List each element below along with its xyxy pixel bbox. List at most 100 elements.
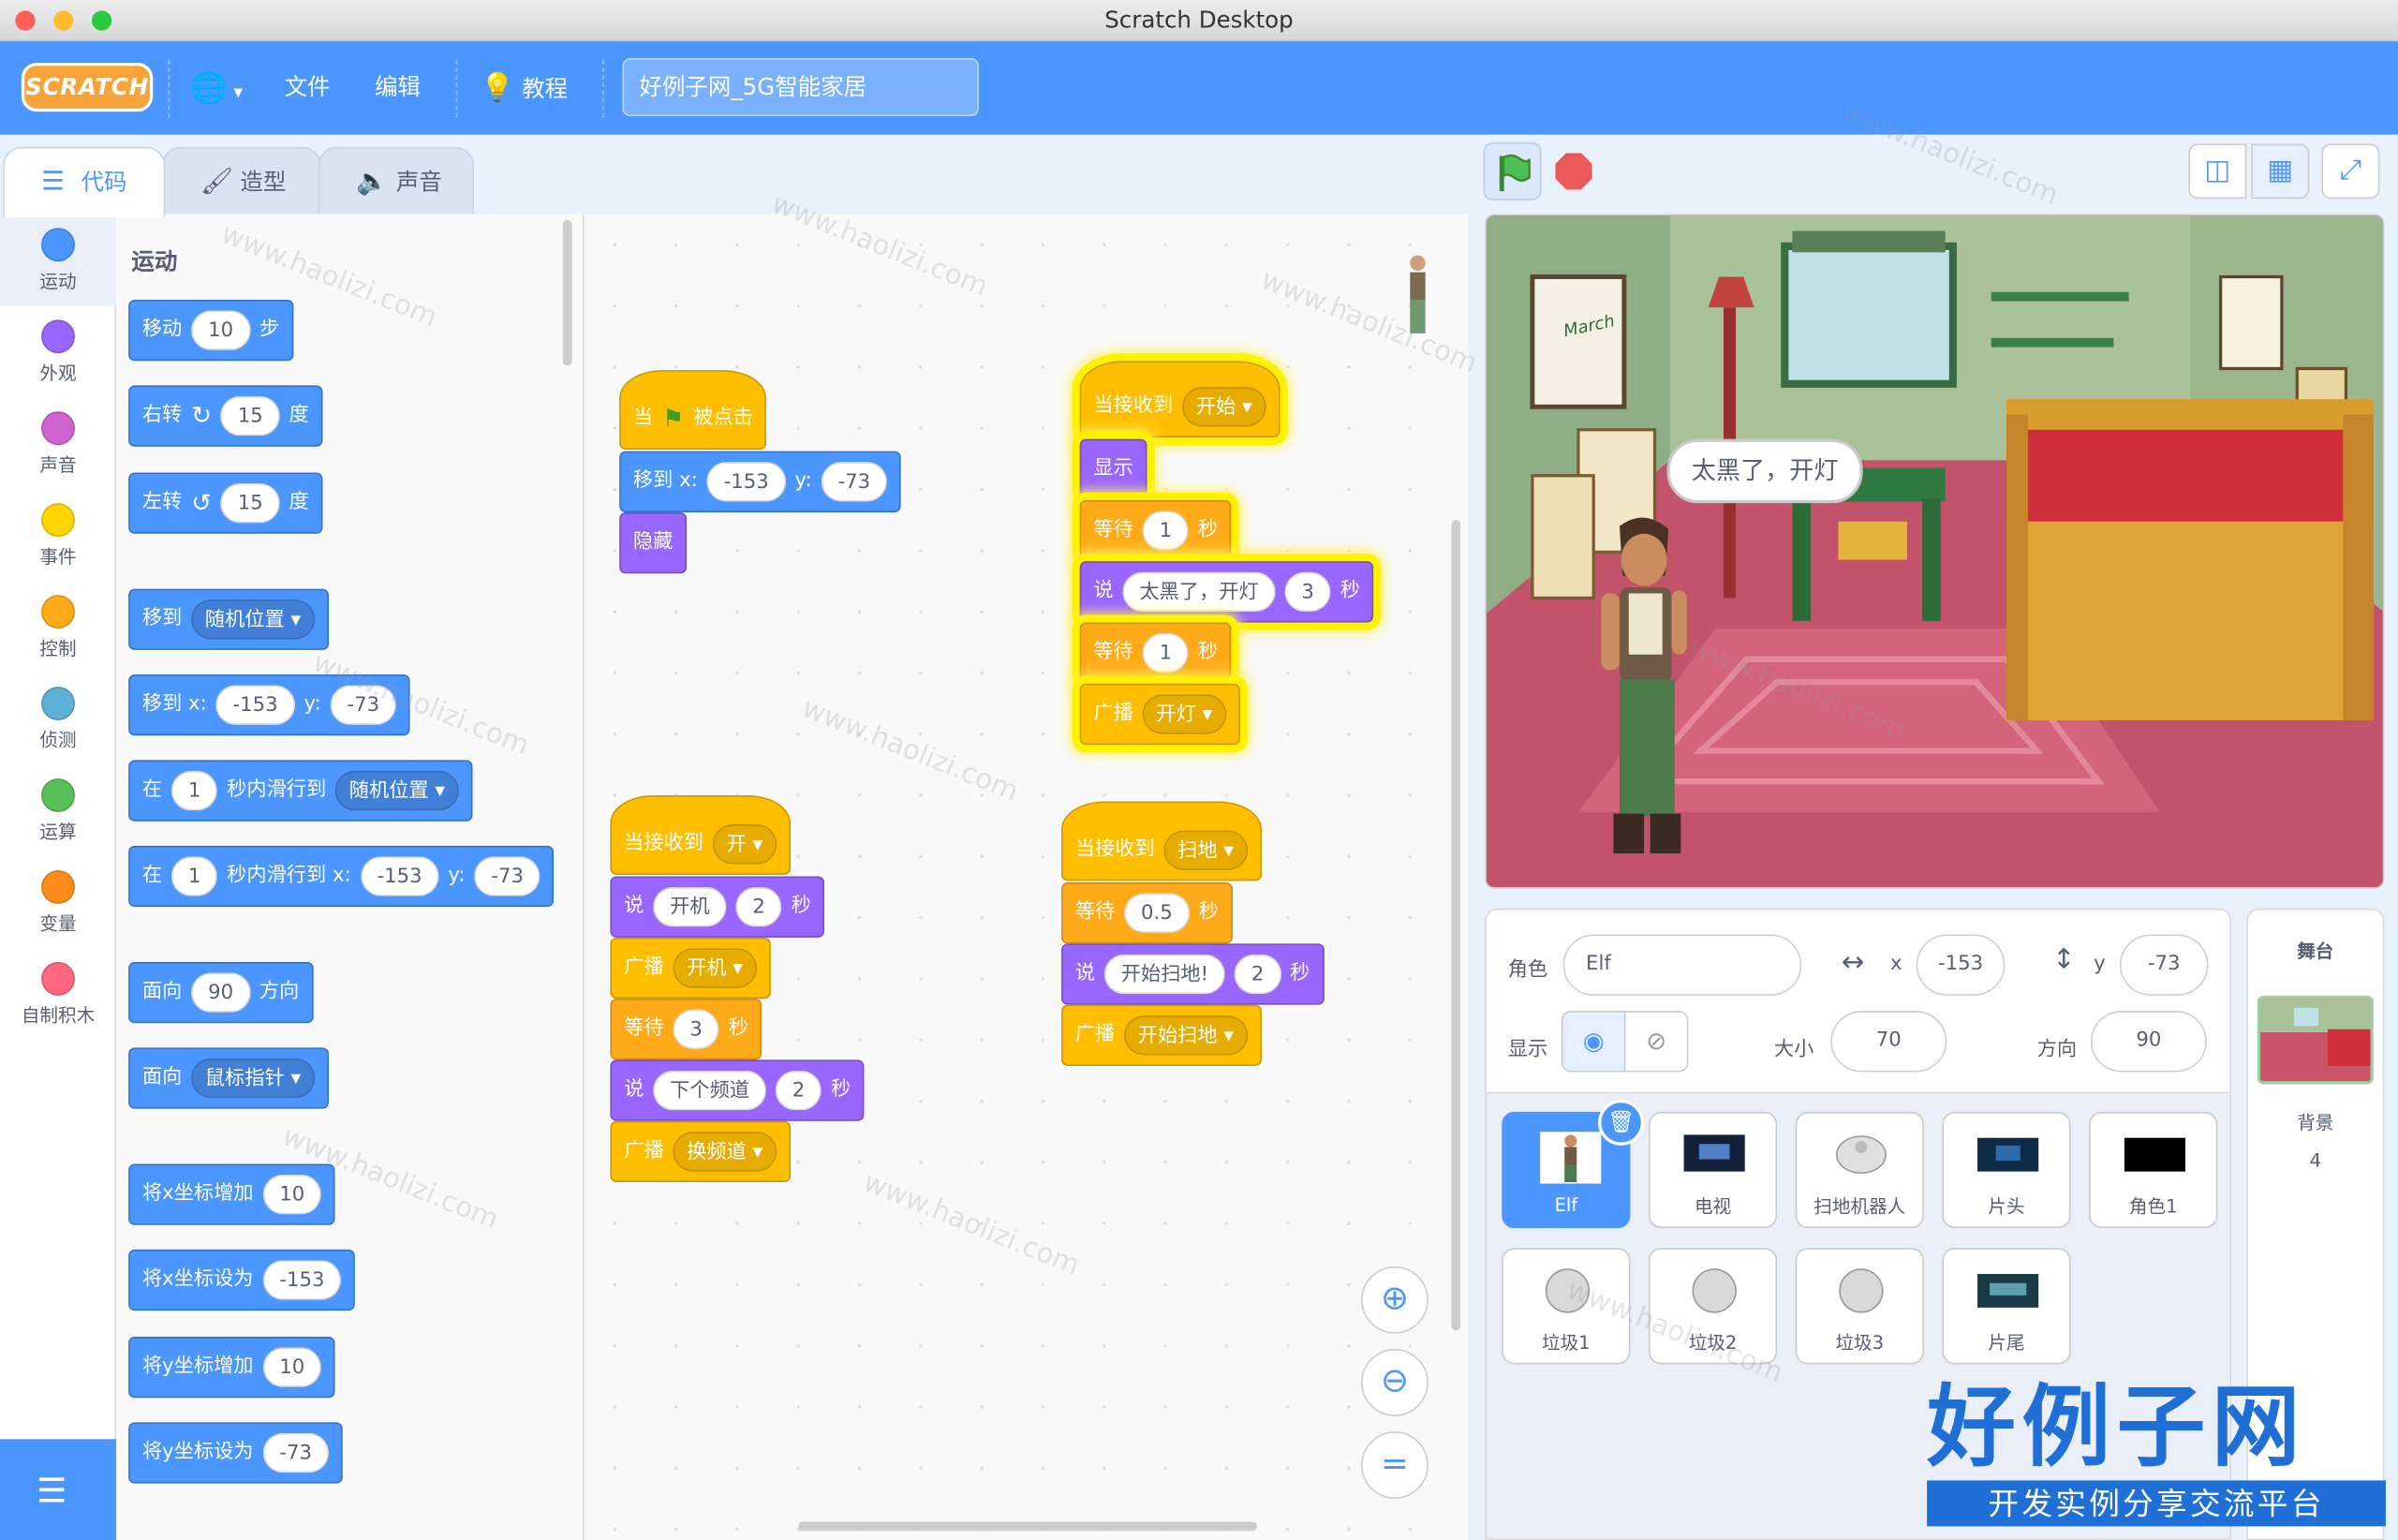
y-input[interactable]: -73 xyxy=(821,462,888,502)
say-for-secs-block[interactable]: 说 开机 2 秒 xyxy=(610,876,825,938)
seconds-input[interactable]: 1 xyxy=(170,770,218,811)
seconds-input[interactable]: 1 xyxy=(1142,511,1190,551)
category-item[interactable]: 运算 xyxy=(0,764,116,856)
message-input[interactable]: 下个频道 xyxy=(653,1070,767,1111)
fullscreen-button[interactable]: ⤢ xyxy=(2321,143,2380,200)
target-dropdown[interactable]: 鼠标指针 xyxy=(191,1058,315,1099)
green-flag-button[interactable] xyxy=(1483,141,1542,200)
tab-costumes[interactable]: 🖌 造型 xyxy=(162,146,321,215)
hide-block[interactable]: 隐藏 xyxy=(619,511,688,574)
seconds-input[interactable]: 0.5 xyxy=(1124,893,1190,933)
message-dropdown[interactable]: 扫地 xyxy=(1163,830,1248,870)
say-for-secs-block[interactable]: 说 下个频道 2 秒 xyxy=(610,1059,865,1121)
category-item[interactable]: 自制积木 xyxy=(0,948,116,1040)
normal-stage-button[interactable]: ▦ xyxy=(2251,143,2310,200)
broadcast-block[interactable]: 广播 开始扫地 xyxy=(1061,1004,1262,1066)
broadcast-block[interactable]: 广播 换频道 xyxy=(610,1120,791,1183)
zoom-window-button[interactable] xyxy=(91,10,112,31)
delete-sprite-button[interactable]: 🗑 xyxy=(1598,1099,1645,1146)
y-input[interactable]: -73 xyxy=(2119,934,2209,996)
goto-block[interactable]: 移到 随机位置 xyxy=(128,588,329,650)
x-input[interactable]: -153 xyxy=(215,685,295,725)
tab-sounds[interactable]: 🔈 声音 xyxy=(318,146,475,215)
degrees-input[interactable]: 15 xyxy=(220,482,280,524)
set-x-block[interactable]: 将x坐标设为 -153 xyxy=(128,1249,356,1311)
sprite-thumb-outro[interactable]: 片尾 xyxy=(1942,1248,2071,1365)
direction-input[interactable]: 90 xyxy=(191,972,251,1013)
stage-canvas[interactable]: March 太黑了，开灯 xyxy=(1485,214,2385,889)
vertical-scrollbar[interactable] xyxy=(1451,520,1461,1331)
sprite-name-input[interactable]: Elf xyxy=(1562,934,1802,996)
wait-block[interactable]: 等待 0.5 秒 xyxy=(1061,882,1233,944)
x-input[interactable]: -153 xyxy=(1916,934,2006,996)
show-sprite-button[interactable]: ◉ xyxy=(1561,1011,1626,1073)
seconds-input[interactable]: 3 xyxy=(673,1009,719,1049)
hide-sprite-button[interactable]: ⊘ xyxy=(1623,1011,1689,1073)
change-x-block[interactable]: 将x坐标增加 10 xyxy=(128,1163,335,1225)
category-item[interactable]: 变量 xyxy=(0,856,116,948)
seconds-input[interactable]: 2 xyxy=(735,886,782,927)
sprite-thumb-robot[interactable]: 扫地机器人 xyxy=(1795,1111,1924,1229)
direction-input[interactable]: 90 xyxy=(2090,1011,2207,1073)
change-y-block[interactable]: 将y坐标增加 10 xyxy=(128,1336,335,1399)
category-item[interactable]: 控制 xyxy=(0,581,116,673)
value-input[interactable]: 10 xyxy=(262,1174,322,1215)
seconds-input[interactable]: 1 xyxy=(1142,632,1190,674)
glide-to-block[interactable]: 在 1 秒内滑行到 随机位置 xyxy=(128,760,473,822)
broadcast-block[interactable]: 广播 开机 xyxy=(610,937,771,1000)
minimize-window-button[interactable] xyxy=(53,10,74,31)
file-menu[interactable]: 文件 xyxy=(285,41,331,135)
message-dropdown[interactable]: 换频道 xyxy=(673,1132,777,1172)
category-item[interactable]: 事件 xyxy=(0,489,116,581)
seconds-input[interactable]: 1 xyxy=(170,856,218,896)
set-y-block[interactable]: 将y坐标设为 -73 xyxy=(128,1422,343,1484)
wait-block[interactable]: 等待 3 秒 xyxy=(610,999,762,1060)
x-input[interactable]: -153 xyxy=(360,856,439,896)
language-menu[interactable]: 🌐 ▾ xyxy=(189,41,243,135)
category-item[interactable]: 侦测 xyxy=(0,673,116,764)
value-input[interactable]: -73 xyxy=(262,1432,329,1473)
y-input[interactable]: -73 xyxy=(330,685,397,725)
add-extension-button[interactable]: ☰ xyxy=(0,1439,117,1540)
message-input[interactable]: 开机 xyxy=(653,886,727,927)
horizontal-scrollbar[interactable] xyxy=(798,1521,1258,1532)
message-dropdown[interactable]: 开始扫地 xyxy=(1124,1015,1248,1056)
message-dropdown[interactable]: 开始 xyxy=(1182,387,1266,427)
stop-button[interactable] xyxy=(1555,153,1592,190)
goto-xy-block[interactable]: 移到 x: -153 y: -73 xyxy=(619,451,901,512)
message-dropdown[interactable]: 开灯 xyxy=(1142,694,1226,734)
message-input[interactable]: 太黑了，开灯 xyxy=(1122,571,1276,613)
zoom-in-button[interactable]: ⊕ xyxy=(1361,1266,1428,1334)
scratch-logo[interactable]: SCRATCH xyxy=(21,62,154,112)
sprite-thumb-intro[interactable]: 片头 xyxy=(1942,1111,2071,1229)
degrees-input[interactable]: 15 xyxy=(220,395,280,437)
turn-right-block[interactable]: 右转 ↻ 15 度 xyxy=(128,385,323,447)
elf-sprite[interactable] xyxy=(1589,514,1695,866)
show-block[interactable]: 显示 xyxy=(1079,438,1147,500)
move-steps-block[interactable]: 移动 10 步 xyxy=(128,299,293,362)
point-direction-block[interactable]: 面向 90 方向 xyxy=(128,961,314,1024)
sprite-thumb-trash2[interactable]: 垃圾2 xyxy=(1648,1248,1778,1365)
script-area[interactable]: 当 ⚑ 被点击 移到 x: -153 y: -73 隐藏 当接收到 开始 显示 … xyxy=(584,214,1469,1540)
zoom-out-button[interactable]: ⊖ xyxy=(1361,1348,1428,1416)
project-title-input[interactable]: 好例子网_5G智能家居 xyxy=(622,58,979,117)
sprite-thumb-character1[interactable]: 角色1 xyxy=(2089,1111,2218,1229)
close-window-button[interactable] xyxy=(15,10,36,31)
when-receive-block[interactable]: 当接收到 扫地 xyxy=(1061,801,1262,881)
point-towards-block[interactable]: 面向 鼠标指针 xyxy=(128,1047,329,1109)
tutorials-menu[interactable]: 💡 教程 xyxy=(481,41,568,135)
category-item[interactable]: 运动 xyxy=(0,214,117,306)
x-input[interactable]: -153 xyxy=(706,462,786,502)
when-receive-block[interactable]: 当接收到 开始 xyxy=(1079,361,1280,437)
value-input[interactable]: -153 xyxy=(262,1260,342,1300)
turn-left-block[interactable]: 左转 ↺ 15 度 xyxy=(128,472,323,534)
say-for-secs-block[interactable]: 说 开始扫地! 2 秒 xyxy=(1061,943,1325,1005)
y-input[interactable]: -73 xyxy=(474,856,540,896)
goto-xy-block[interactable]: 移到 x: -153 y: -73 xyxy=(128,674,410,736)
size-input[interactable]: 70 xyxy=(1830,1011,1947,1073)
target-dropdown[interactable]: 随机位置 xyxy=(191,599,315,640)
seconds-input[interactable]: 2 xyxy=(1234,954,1281,995)
small-stage-button[interactable]: ◫ xyxy=(2188,143,2247,200)
zoom-reset-button[interactable]: = xyxy=(1361,1431,1428,1499)
message-input[interactable]: 开始扫地! xyxy=(1103,954,1226,995)
